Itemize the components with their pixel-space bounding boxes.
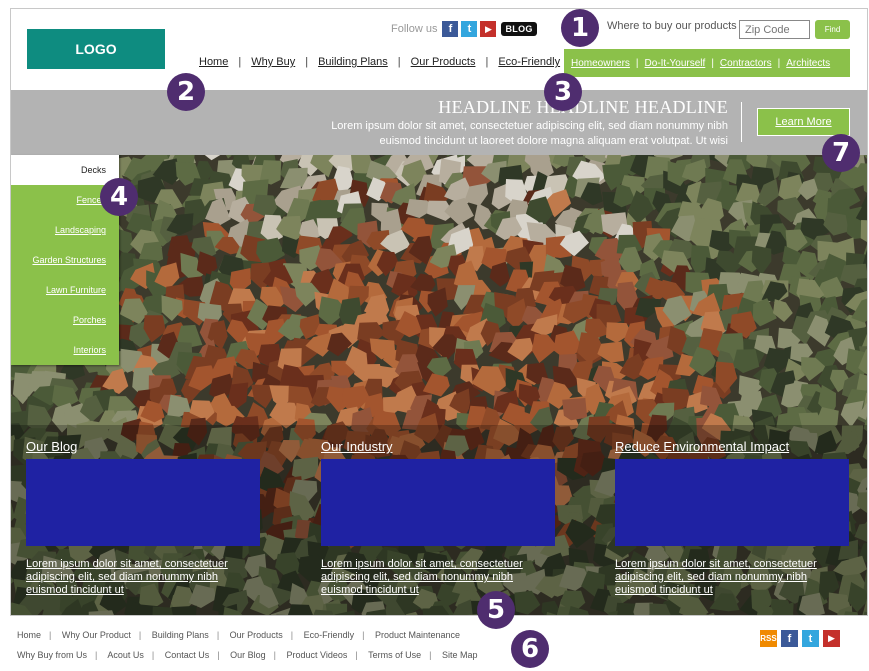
column-text[interactable]: Lorem ipsum dolor sit amet, consectetuer… [26,558,260,597]
footer-link[interactable]: Building Plans [152,630,209,640]
hero-facet [562,398,588,421]
page-frame: LOGO Follow us f t ▶ BLOG Where to buy o… [10,8,868,616]
callout-badge-1: 1 [561,9,599,47]
headline-title: HEADLINE HEADLINE HEADLINE [438,97,728,117]
find-button[interactable]: Find [815,20,850,39]
column-our-industry: Our Industry Lorem ipsum dolor sit amet,… [321,439,555,597]
side-nav-interiors[interactable]: Interiors [11,335,119,365]
rss-icon[interactable]: RSS [760,630,777,647]
social-follow: Follow us f t ▶ BLOG [391,20,537,38]
nav-building-plans[interactable]: Building Plans [318,56,388,68]
footer-link[interactable]: Acout Us [107,650,144,660]
nav-our-products[interactable]: Our Products [411,56,476,68]
callout-badge-5: 5 [477,591,515,629]
footer-link[interactable]: Eco-Friendly [304,630,355,640]
footer-social-icons: RSS f t ▶ [760,630,840,647]
image-placeholder[interactable] [26,459,260,546]
callout-badge-4: 4 [100,178,138,216]
youtube-icon[interactable]: ▶ [823,630,840,647]
footer-link[interactable]: Our Products [230,630,283,640]
callout-badge-2: 2 [167,73,205,111]
zip-code-input[interactable] [739,20,810,39]
side-nav-decks[interactable]: Decks [11,155,119,185]
audience-nav: Homeowners | Do-It-Yourself | Contractors |… [564,49,850,77]
nav-eco-friendly[interactable]: Eco-Friendly [498,56,560,68]
headline-divider [741,102,742,142]
column-our-blog: Our Blog Lorem ipsum dolor sit amet, con… [26,439,260,597]
headline-body: Lorem ipsum dolor sit amet, consectetuer… [331,120,728,147]
image-placeholder[interactable] [615,459,849,546]
column-reduce-impact: Reduce Environmental Impact Lorem ipsum … [615,439,849,597]
column-text[interactable]: Lorem ipsum dolor sit amet, consectetuer… [321,558,555,597]
where-to-buy-label: Where to buy our products [607,20,737,32]
footer-link[interactable]: Why Our Product [62,630,131,640]
nav-why-buy[interactable]: Why Buy [251,56,295,68]
footer-link[interactable]: Terms of Use [368,650,421,660]
audience-diy[interactable]: Do-It-Yourself [645,58,706,69]
side-nav-garden-structures[interactable]: Garden Structures [11,245,119,275]
footer-link[interactable]: Our Blog [230,650,266,660]
nav-home[interactable]: Home [199,56,228,68]
facebook-icon[interactable]: f [442,21,459,37]
follow-label: Follow us [391,23,438,35]
callout-badge-6: 6 [511,630,549,668]
side-nav-landscaping[interactable]: Landscaping [11,215,119,245]
footer-link[interactable]: Contact Us [165,650,210,660]
side-nav-porches[interactable]: Porches [11,305,119,335]
blog-badge[interactable]: BLOG [501,22,537,36]
footer-nav-row-1: Home | Why Our Product | Building Plans | O… [17,630,460,640]
twitter-icon[interactable]: t [461,21,478,37]
footer-link[interactable]: Product Maintenance [375,630,460,640]
column-title[interactable]: Reduce Environmental Impact [615,439,849,455]
audience-architects[interactable]: Architects [786,58,830,69]
learn-more-button[interactable]: Learn More [757,108,850,136]
logo[interactable]: LOGO [27,29,165,69]
facebook-icon[interactable]: f [781,630,798,647]
audience-homeowners[interactable]: Homeowners [571,58,630,69]
twitter-icon[interactable]: t [802,630,819,647]
callout-badge-7: 7 [822,134,860,172]
main-nav: Home | Why Buy | Building Plans | Our Produ… [199,56,561,68]
footer-nav-row-2: Why Buy from Us | Acout Us | Contact Us | O… [17,650,478,660]
audience-contractors[interactable]: Contractors [720,58,772,69]
image-placeholder[interactable] [321,459,555,546]
footer-link[interactable]: Home [17,630,41,640]
column-title[interactable]: Our Blog [26,439,260,455]
column-text[interactable]: Lorem ipsum dolor sit amet, consectetuer… [615,558,849,597]
footer-link[interactable]: Product Videos [287,650,348,660]
callout-badge-3: 3 [544,73,582,111]
footer-link[interactable]: Why Buy from Us [17,650,87,660]
side-nav-lawn-furniture[interactable]: Lawn Furniture [11,275,119,305]
column-title[interactable]: Our Industry [321,439,555,455]
headline-band: HEADLINE HEADLINE HEADLINE Lorem ipsum d… [11,90,867,155]
footer-link[interactable]: Site Map [442,650,478,660]
youtube-icon[interactable]: ▶ [480,21,497,37]
